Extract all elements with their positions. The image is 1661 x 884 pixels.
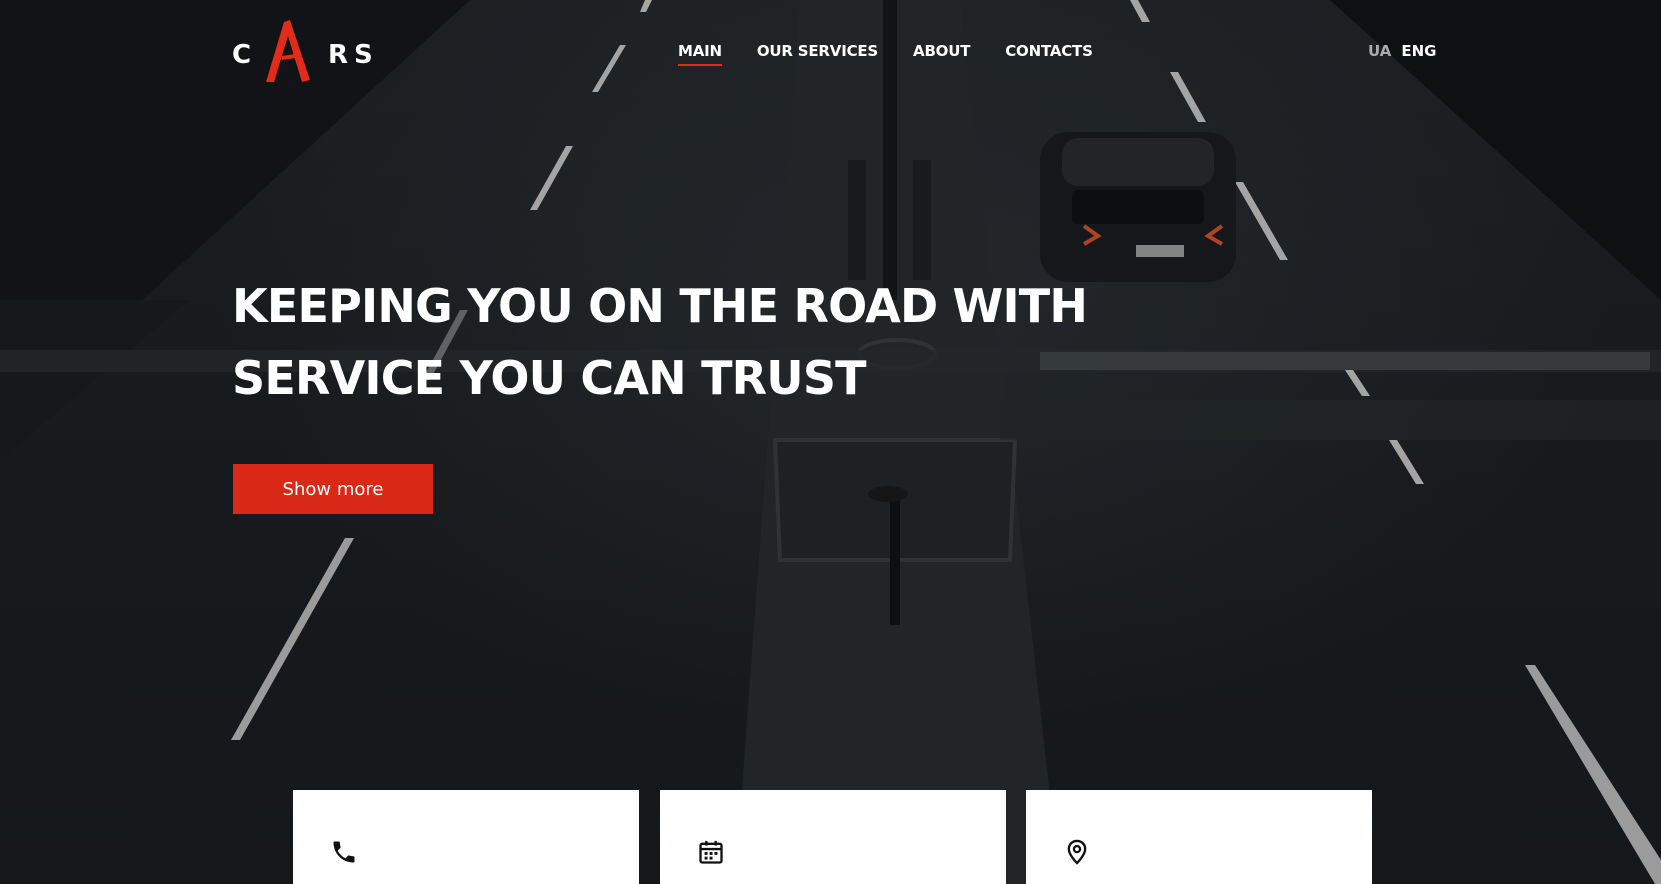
nav-item-about[interactable]: ABOUT	[913, 42, 970, 66]
location-pin-icon	[1067, 839, 1087, 865]
calendar-icon	[699, 840, 723, 864]
brand-logo[interactable]: C R S	[232, 18, 374, 84]
nav-item-our-services[interactable]: OUR SERVICES	[757, 42, 878, 66]
show-more-button[interactable]: Show more	[233, 464, 433, 514]
hero-background	[0, 0, 1661, 884]
hero-headline: KEEPING YOU ON THE ROAD WITH SERVICE YOU…	[232, 270, 1132, 414]
language-switcher: UA ENG	[1368, 42, 1436, 60]
logo-letter-s: S	[354, 40, 373, 70]
nav-item-main[interactable]: MAIN	[678, 42, 722, 66]
main-nav: MAIN OUR SERVICES ABOUT CONTACTS	[678, 42, 1093, 66]
phone-icon	[333, 841, 355, 863]
contact-card-phone[interactable]	[293, 790, 639, 884]
logo-a-brush-icon	[266, 20, 310, 82]
lang-option-ua[interactable]: UA	[1368, 42, 1391, 60]
contact-card-schedule[interactable]	[660, 790, 1006, 884]
hero-headline-line1: KEEPING YOU ON THE ROAD WITH	[232, 279, 1088, 333]
nav-item-contacts[interactable]: CONTACTS	[1005, 42, 1093, 66]
lang-option-eng[interactable]: ENG	[1401, 42, 1436, 60]
hero-headline-line2: SERVICE YOU CAN TRUST	[232, 351, 867, 405]
logo-letter-r: R	[328, 40, 349, 70]
logo-letter-c: C	[232, 40, 252, 70]
contact-card-location[interactable]	[1026, 790, 1372, 884]
